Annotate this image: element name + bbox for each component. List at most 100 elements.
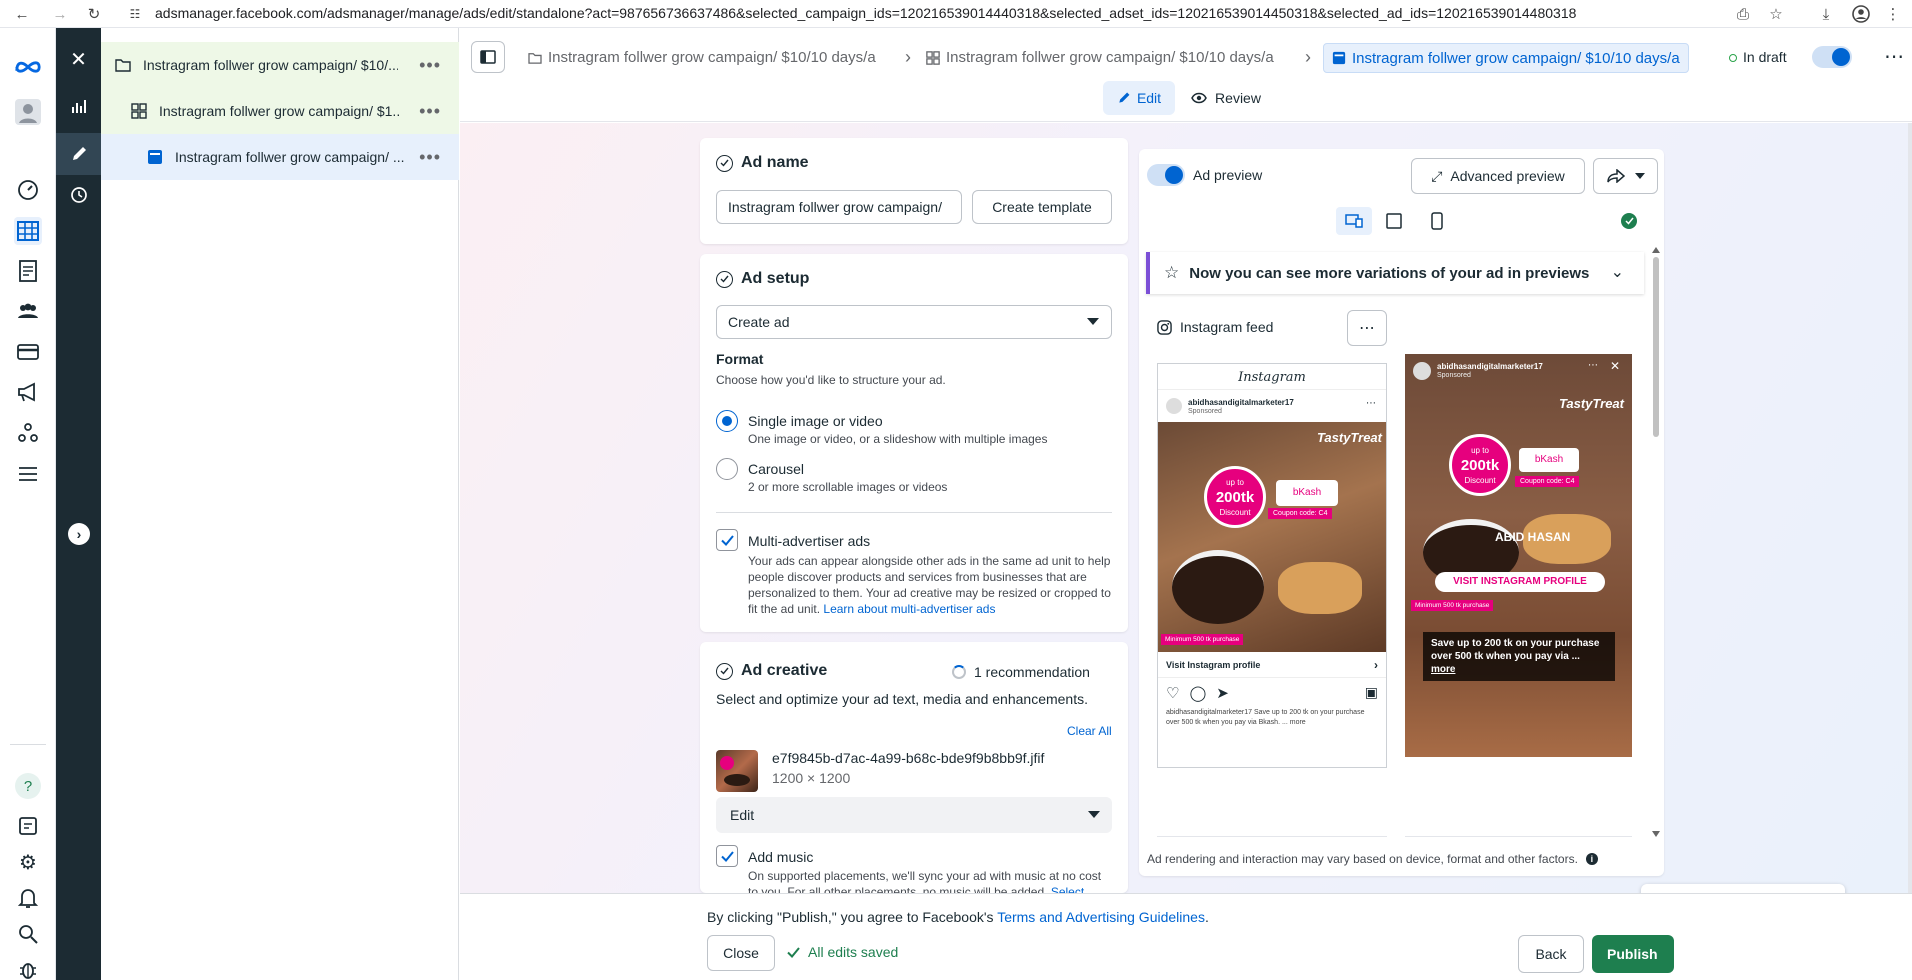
- search-icon[interactable]: [14, 920, 42, 948]
- feedback-icon[interactable]: [14, 812, 42, 840]
- campaigns-megaphone-icon[interactable]: [14, 378, 42, 406]
- toggle-panel-icon[interactable]: [471, 41, 505, 73]
- mobile-view-icon[interactable]: [1427, 211, 1447, 231]
- breadcrumb-ad[interactable]: Instragram follwer grow campaign/ $10/10…: [1323, 43, 1689, 73]
- add-music-checkbox[interactable]: [716, 845, 738, 867]
- divider: [716, 512, 1112, 513]
- site-info-icon[interactable]: ☷: [125, 4, 145, 24]
- tree-item-ad[interactable]: Instragram follwer grow campaign/ ... ••…: [101, 134, 459, 180]
- story-payment-logo: bKash: [1519, 448, 1579, 472]
- meta-logo-icon[interactable]: [14, 53, 42, 81]
- performance-chart-icon[interactable]: [64, 91, 93, 120]
- clear-all-link[interactable]: Clear All: [1067, 724, 1112, 738]
- multi-device-view-icon[interactable]: [1336, 207, 1372, 235]
- ad-on-toggle[interactable]: [1812, 46, 1852, 68]
- create-template-button[interactable]: Create template: [972, 190, 1112, 224]
- breadcrumb-adset[interactable]: Instragram follwer grow campaign/ $10/10…: [926, 49, 1274, 66]
- ad-preview-toggle[interactable]: [1147, 164, 1185, 186]
- placement-more-icon[interactable]: ⋯: [1347, 310, 1387, 346]
- publish-button[interactable]: Publish: [1592, 935, 1674, 973]
- star-icon: ☆: [1164, 263, 1180, 282]
- billing-card-icon[interactable]: [14, 338, 42, 366]
- ad-name-input[interactable]: Instragram follwer grow campaign/: [716, 190, 962, 224]
- tab-review[interactable]: Review: [1186, 81, 1266, 115]
- minimum-purchase-tag: Minimum 500 tk purchase: [1161, 634, 1244, 645]
- select-music-link[interactable]: Select: [1051, 885, 1084, 893]
- story-close-icon[interactable]: ✕: [1610, 359, 1620, 373]
- ad-setup-select[interactable]: Create ad: [716, 305, 1112, 339]
- comment-icon[interactable]: ◯: [1189, 684, 1206, 702]
- edit-pencil-icon[interactable]: [56, 133, 101, 175]
- install-icon[interactable]: ⎙: [1733, 4, 1753, 24]
- campaign-more-icon[interactable]: •••: [419, 55, 441, 76]
- radio-single-image[interactable]: [716, 410, 738, 432]
- feed-creative-image: TastyTreat up to 200tk Discount bKash Co…: [1158, 422, 1386, 652]
- editor-tool-column: ✕ ›: [56, 28, 101, 980]
- complete-check-icon: [716, 662, 733, 680]
- business-tools-icon[interactable]: [14, 419, 42, 447]
- browser-menu-icon[interactable]: ⋮: [1883, 4, 1903, 24]
- learn-multi-advertiser-link[interactable]: Learn about multi-advertiser ads: [823, 602, 995, 616]
- dashboard-gauge-icon[interactable]: [14, 176, 42, 204]
- terms-link[interactable]: Terms and Advertising Guidelines: [997, 909, 1205, 925]
- bookmark-star-icon[interactable]: ☆: [1766, 4, 1786, 24]
- download-icon[interactable]: ⤓: [1816, 4, 1836, 24]
- story-cta-sticker[interactable]: VISIT INSTAGRAM PROFILE: [1435, 572, 1605, 592]
- info-icon[interactable]: i: [1585, 853, 1598, 865]
- feed-cta-row[interactable]: Visit Instagram profile ›: [1158, 654, 1386, 678]
- variations-banner[interactable]: ☆ Now you can see more variations of you…: [1146, 252, 1644, 294]
- breadcrumb-campaign-label: Instragram follwer grow campaign/ $10/10…: [548, 49, 876, 66]
- settings-gear-icon[interactable]: ⚙: [14, 848, 42, 876]
- post-more-icon[interactable]: ⋯: [1366, 398, 1376, 409]
- advanced-preview-button[interactable]: ⤢ Advanced preview: [1411, 158, 1585, 194]
- media-edit-select[interactable]: Edit: [716, 797, 1112, 833]
- page-scrollbar[interactable]: [1908, 123, 1912, 893]
- story-more-link[interactable]: more: [1431, 664, 1455, 675]
- expand-chevron-icon[interactable]: ›: [68, 523, 90, 545]
- profile-icon[interactable]: [1851, 4, 1871, 24]
- tree-item-adset[interactable]: Instragram follwer grow campaign/ $1... …: [101, 88, 459, 134]
- media-thumbnail[interactable]: [716, 750, 758, 792]
- recommendation-badge[interactable]: 1 recommendation: [952, 664, 1090, 680]
- audiences-icon[interactable]: [14, 297, 42, 325]
- chevron-down-icon[interactable]: ⌄: [1611, 262, 1624, 282]
- tree-adset-label: Instragram follwer grow campaign/ $1...: [159, 103, 399, 119]
- expand-icon: ⤢: [1431, 167, 1443, 184]
- terms-notice: By clicking "Publish," you agree to Face…: [707, 909, 1209, 925]
- story-more-icon[interactable]: ⋯: [1588, 360, 1598, 371]
- preview-scrollbar[interactable]: [1651, 247, 1661, 837]
- instagram-feed-preview[interactable]: Instagram abidhasandigitalmarketer17 Spo…: [1157, 363, 1387, 768]
- tab-edit[interactable]: Edit: [1103, 81, 1175, 115]
- account-avatar-icon[interactable]: [14, 98, 42, 126]
- bug-report-icon[interactable]: [14, 956, 42, 980]
- like-heart-icon[interactable]: ♡: [1166, 684, 1179, 702]
- ads-manager-table-icon[interactable]: [14, 217, 42, 245]
- adset-more-icon[interactable]: •••: [419, 101, 441, 122]
- share-icon[interactable]: ➤: [1216, 684, 1229, 702]
- ad-more-icon[interactable]: •••: [419, 147, 441, 168]
- reload-icon[interactable]: ↻: [84, 4, 104, 24]
- share-preview-button[interactable]: [1593, 158, 1658, 194]
- history-clock-icon[interactable]: [64, 180, 93, 209]
- close-button[interactable]: Close: [707, 935, 775, 971]
- reports-icon[interactable]: [14, 257, 42, 285]
- offer-amount: 200tk: [1215, 489, 1255, 506]
- desktop-view-icon[interactable]: [1384, 211, 1404, 231]
- instagram-story-preview[interactable]: abidhasandigitalmarketer17 Sponsored ⋯ ✕…: [1405, 354, 1632, 757]
- all-tools-menu-icon[interactable]: [14, 460, 42, 488]
- forward-arrow-icon[interactable]: →: [50, 4, 70, 24]
- story-cta-label: VISIT INSTAGRAM PROFILE: [1453, 576, 1587, 587]
- radio-carousel[interactable]: [716, 458, 738, 480]
- address-bar[interactable]: adsmanager.facebook.com/adsmanager/manag…: [155, 5, 1576, 21]
- more-options-icon[interactable]: ⋯: [1884, 44, 1904, 69]
- notifications-bell-icon[interactable]: [14, 884, 42, 912]
- close-editor-icon[interactable]: ✕: [64, 45, 93, 74]
- breadcrumb-campaign[interactable]: Instragram follwer grow campaign/ $10/10…: [528, 49, 876, 66]
- multi-advertiser-checkbox[interactable]: [716, 529, 738, 551]
- back-button[interactable]: Back: [1518, 935, 1584, 973]
- help-icon[interactable]: ?: [14, 772, 42, 800]
- preview-disclaimer: Ad rendering and interaction may vary ba…: [1147, 852, 1598, 866]
- save-bookmark-icon[interactable]: ▣: [1365, 684, 1378, 701]
- tree-item-campaign[interactable]: Instragram follwer grow campaign/ $10/..…: [101, 42, 459, 88]
- back-arrow-icon[interactable]: ←: [12, 4, 32, 24]
